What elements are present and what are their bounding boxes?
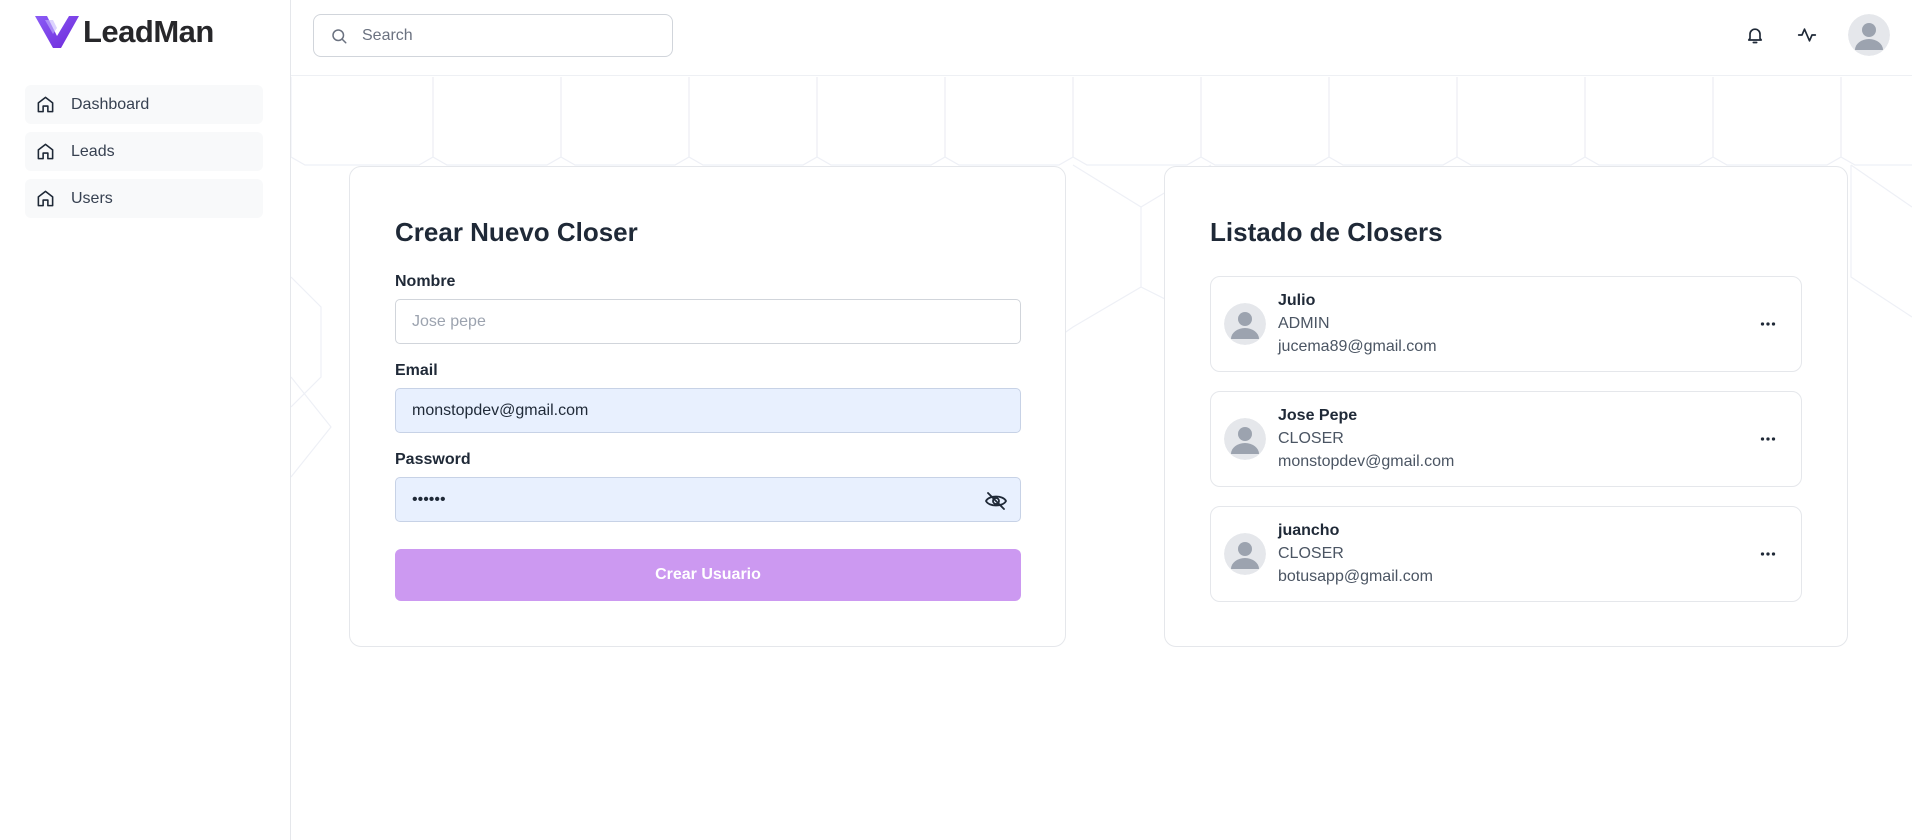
eye-off-icon[interactable] — [984, 489, 1008, 513]
email-field[interactable] — [395, 388, 1021, 433]
closer-role: CLOSER — [1278, 430, 1344, 447]
password-field[interactable] — [395, 477, 1021, 522]
closer-name: juancho — [1278, 522, 1340, 539]
top-header — [291, 0, 1912, 76]
brand-logo[interactable]: LeadMan — [33, 12, 214, 52]
search-box[interactable] — [313, 14, 673, 57]
home-icon — [37, 143, 54, 160]
nombre-field[interactable] — [395, 299, 1021, 344]
sidebar-item-label: Leads — [71, 142, 115, 160]
nombre-label: Nombre — [395, 273, 456, 290]
notifications-button[interactable] — [1744, 24, 1766, 46]
closer-role: ADMIN — [1278, 315, 1330, 332]
password-input[interactable] — [412, 490, 1020, 509]
leadman-logo-icon — [35, 16, 79, 48]
sidebar-item-leads[interactable]: Leads — [25, 132, 263, 171]
closer-name: Julio — [1278, 292, 1316, 309]
more-horizontal-icon[interactable] — [1757, 313, 1779, 335]
nombre-input[interactable] — [412, 312, 1020, 331]
email-input[interactable] — [412, 401, 1020, 420]
avatar — [1224, 533, 1266, 575]
avatar — [1224, 303, 1266, 345]
closer-role: CLOSER — [1278, 545, 1344, 562]
search-input[interactable] — [362, 26, 642, 45]
list-title: Listado de Closers — [1210, 217, 1443, 247]
bell-icon — [1747, 28, 1763, 44]
home-icon — [37, 190, 54, 207]
main-content: Crear Nuevo Closer Nombre Email Password… — [291, 77, 1912, 840]
password-label: Password — [395, 451, 471, 468]
sidebar-item-label: Users — [71, 189, 113, 207]
avatar-icon — [1224, 418, 1266, 460]
brand-name: LeadMan — [83, 14, 214, 49]
closer-email: monstopdev@gmail.com — [1278, 453, 1455, 470]
header-actions — [1744, 14, 1890, 56]
create-user-button[interactable]: Crear Usuario — [395, 549, 1021, 601]
user-avatar[interactable] — [1848, 14, 1890, 56]
sidebar-item-users[interactable]: Users — [25, 179, 263, 218]
sidebar-nav: Dashboard Leads Users — [25, 85, 263, 226]
email-label: Email — [395, 362, 438, 379]
create-closer-card: Crear Nuevo Closer Nombre Email Password… — [349, 166, 1066, 647]
form-title: Crear Nuevo Closer — [395, 217, 638, 247]
closer-email: jucema89@gmail.com — [1278, 338, 1437, 355]
more-horizontal-icon[interactable] — [1757, 543, 1779, 565]
closer-item[interactable]: Jose Pepe CLOSER monstopdev@gmail.com — [1210, 391, 1802, 487]
avatar-icon — [1224, 303, 1266, 345]
activity-button[interactable] — [1796, 24, 1818, 46]
closer-email: botusapp@gmail.com — [1278, 568, 1433, 585]
avatar-icon — [1848, 14, 1890, 56]
home-icon — [37, 96, 54, 113]
closer-item[interactable]: juancho CLOSER botusapp@gmail.com — [1210, 506, 1802, 602]
sidebar-item-label: Dashboard — [71, 95, 150, 113]
avatar-icon — [1224, 533, 1266, 575]
sidebar-item-dashboard[interactable]: Dashboard — [25, 85, 263, 124]
activity-icon — [1797, 28, 1817, 42]
closer-item[interactable]: Julio ADMIN jucema89@gmail.com — [1210, 276, 1802, 372]
more-horizontal-icon[interactable] — [1757, 428, 1779, 450]
app-root: LeadMan Dashboard Leads Users Search Cre… — [0, 0, 1912, 840]
closers-list-card: Listado de Closers Julio ADMIN jucema89@… — [1164, 166, 1848, 647]
closer-name: Jose Pepe — [1278, 407, 1358, 424]
sidebar: LeadMan Dashboard Leads Users — [0, 0, 291, 840]
search-icon — [332, 28, 347, 43]
avatar — [1224, 418, 1266, 460]
